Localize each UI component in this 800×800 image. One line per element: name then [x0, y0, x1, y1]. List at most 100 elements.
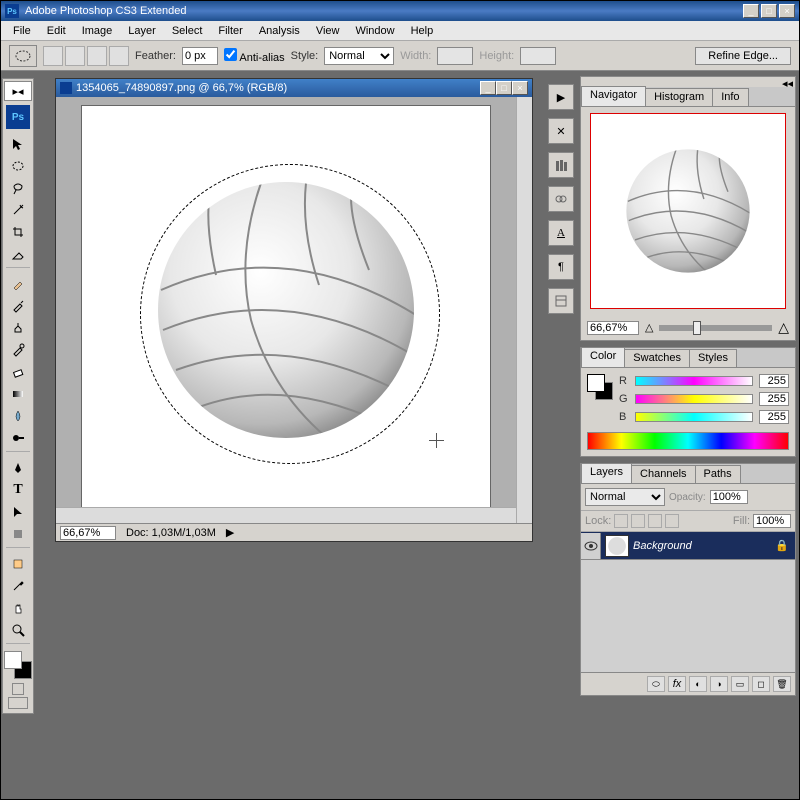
menu-edit[interactable]: Edit: [39, 23, 74, 39]
foreground-color-swatch[interactable]: [4, 651, 22, 669]
layer-name[interactable]: Background: [633, 540, 775, 552]
add-selection-icon[interactable]: [65, 46, 85, 66]
dock-tools-icon[interactable]: ✕: [548, 118, 574, 144]
canvas[interactable]: [81, 105, 491, 515]
canvas-viewport[interactable]: [56, 97, 516, 523]
g-input[interactable]: [759, 392, 789, 406]
marquee-tool[interactable]: [5, 155, 31, 177]
menu-analysis[interactable]: Analysis: [251, 23, 308, 39]
new-selection-icon[interactable]: [43, 46, 63, 66]
antialias-checkbox[interactable]: Anti-alias: [224, 48, 285, 64]
tab-swatches[interactable]: Swatches: [624, 349, 690, 367]
menu-image[interactable]: Image: [74, 23, 121, 39]
gradient-tool[interactable]: [5, 383, 31, 405]
layer-row[interactable]: Background 🔒: [581, 532, 795, 560]
link-layers-button[interactable]: ⬭: [647, 676, 665, 692]
clone-stamp-tool[interactable]: [5, 317, 31, 339]
tab-info[interactable]: Info: [712, 88, 748, 106]
dock-paragraph-icon[interactable]: ¶: [548, 254, 574, 280]
r-slider[interactable]: [635, 376, 753, 386]
menu-layer[interactable]: Layer: [120, 23, 164, 39]
menu-filter[interactable]: Filter: [210, 23, 250, 39]
navigator-zoom-input[interactable]: [587, 321, 639, 335]
blur-tool[interactable]: [5, 405, 31, 427]
type-tool[interactable]: T: [5, 479, 31, 501]
notes-tool[interactable]: [5, 553, 31, 575]
tab-styles[interactable]: Styles: [689, 349, 737, 367]
maximize-button[interactable]: □: [761, 4, 777, 18]
dock-brushes-icon[interactable]: [548, 152, 574, 178]
zoom-slider[interactable]: [659, 325, 772, 331]
lock-pixels-icon[interactable]: [631, 514, 645, 528]
blend-mode-select[interactable]: Normal: [585, 488, 665, 506]
crop-tool[interactable]: [5, 221, 31, 243]
standard-mode-button[interactable]: [12, 683, 24, 695]
menu-select[interactable]: Select: [164, 23, 211, 39]
intersect-selection-icon[interactable]: [109, 46, 129, 66]
doc-close-button[interactable]: ×: [512, 81, 528, 95]
dodge-tool[interactable]: [5, 427, 31, 449]
current-tool-preview[interactable]: [9, 45, 37, 67]
lock-position-icon[interactable]: [648, 514, 662, 528]
path-selection-tool[interactable]: [5, 501, 31, 523]
layer-mask-button[interactable]: ◐: [689, 676, 707, 692]
tab-paths[interactable]: Paths: [695, 465, 741, 483]
opacity-input[interactable]: [710, 490, 748, 504]
magic-wand-tool[interactable]: [5, 199, 31, 221]
hand-tool[interactable]: [5, 597, 31, 619]
refine-edge-button[interactable]: Refine Edge...: [695, 47, 791, 65]
color-panel-swatches[interactable]: [587, 374, 613, 400]
tab-layers[interactable]: Layers: [581, 463, 632, 483]
move-tool[interactable]: [5, 133, 31, 155]
doc-maximize-button[interactable]: □: [496, 81, 512, 95]
status-menu-arrow-icon[interactable]: ▶: [226, 526, 234, 539]
lasso-tool[interactable]: [5, 177, 31, 199]
adjustment-layer-button[interactable]: ◑: [710, 676, 728, 692]
zoom-tool[interactable]: [5, 619, 31, 641]
healing-brush-tool[interactable]: [5, 273, 31, 295]
layer-visibility-icon[interactable]: [581, 533, 601, 559]
color-spectrum[interactable]: [587, 432, 789, 450]
zoom-input[interactable]: [60, 526, 116, 540]
color-swatches[interactable]: [4, 651, 32, 679]
tab-navigator[interactable]: Navigator: [581, 86, 646, 106]
b-slider[interactable]: [635, 412, 753, 422]
color-fg-swatch[interactable]: [587, 374, 605, 392]
navigator-preview[interactable]: [590, 113, 786, 309]
tab-channels[interactable]: Channels: [631, 465, 695, 483]
slice-tool[interactable]: [5, 243, 31, 265]
g-slider[interactable]: [635, 394, 753, 404]
vertical-scrollbar[interactable]: [516, 97, 532, 523]
dock-character-icon[interactable]: A: [548, 220, 574, 246]
menu-window[interactable]: Window: [347, 23, 402, 39]
eraser-tool[interactable]: [5, 361, 31, 383]
new-layer-button[interactable]: ◻: [752, 676, 770, 692]
minimize-button[interactable]: _: [743, 4, 759, 18]
history-brush-tool[interactable]: [5, 339, 31, 361]
tools-collapse-tab[interactable]: ▸◂: [4, 81, 32, 101]
pen-tool[interactable]: [5, 457, 31, 479]
document-titlebar[interactable]: 1354065_74890897.png @ 66,7% (RGB/8) _ □…: [56, 79, 532, 97]
menu-file[interactable]: File: [5, 23, 39, 39]
subtract-selection-icon[interactable]: [87, 46, 107, 66]
fill-input[interactable]: [753, 514, 791, 528]
tab-color[interactable]: Color: [581, 347, 625, 367]
r-input[interactable]: [759, 374, 789, 388]
b-input[interactable]: [759, 410, 789, 424]
delete-layer-button[interactable]: 🗑: [773, 676, 791, 692]
zoom-out-icon[interactable]: △: [645, 321, 653, 334]
layer-group-button[interactable]: ▭: [731, 676, 749, 692]
dock-layercomps-icon[interactable]: [548, 288, 574, 314]
shape-tool[interactable]: [5, 523, 31, 545]
tab-histogram[interactable]: Histogram: [645, 88, 713, 106]
style-select[interactable]: Normal: [324, 47, 394, 65]
dock-play-icon[interactable]: ▶: [548, 84, 574, 110]
brush-tool[interactable]: [5, 295, 31, 317]
doc-minimize-button[interactable]: _: [480, 81, 496, 95]
dock-clone-icon[interactable]: [548, 186, 574, 212]
feather-input[interactable]: [182, 47, 218, 65]
layer-fx-button[interactable]: fx: [668, 676, 686, 692]
zoom-in-icon[interactable]: △: [778, 319, 789, 336]
menu-view[interactable]: View: [308, 23, 348, 39]
lock-transparency-icon[interactable]: [614, 514, 628, 528]
